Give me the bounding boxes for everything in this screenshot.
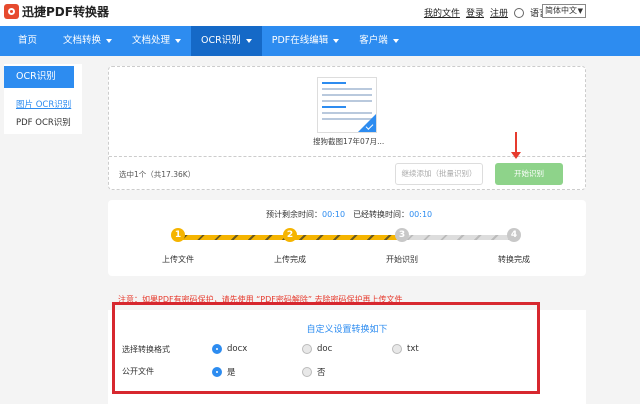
red-arrow-annotation xyxy=(511,132,521,159)
nav-pdf-edit-label: PDF在线编辑 xyxy=(271,35,329,46)
thumb-line xyxy=(322,82,346,84)
thumb-line xyxy=(322,112,372,114)
app-logo[interactable]: 迅捷PDF转换器 xyxy=(4,3,109,20)
elapsed-time: 已经转换时间：00:10 xyxy=(353,209,432,220)
nav-home[interactable]: 首页 xyxy=(0,26,53,56)
chevron-down-icon xyxy=(106,39,113,43)
upload-card: 搜狗截图17年07月... 选中1个（共17.36K） 继续添加（批量识别） 开… xyxy=(108,66,586,190)
thumb-line xyxy=(322,100,372,102)
checkmark-icon xyxy=(358,114,376,132)
nav-doc-process-label: 文档处理 xyxy=(132,35,171,46)
remaining-time: 预计剩余时间：00:10 xyxy=(266,209,345,220)
chevron-down-icon: ▼ xyxy=(577,7,583,15)
add-more-button[interactable]: 继续添加（批量识别） xyxy=(395,163,483,185)
progress-segment-todo xyxy=(404,235,514,240)
selected-count: 选中1个（共17.36K） xyxy=(119,170,196,179)
step-1-icon: 1 xyxy=(171,228,185,242)
nav-client[interactable]: 客户端 xyxy=(349,26,409,56)
file-thumbnail[interactable] xyxy=(317,77,377,133)
thumb-line xyxy=(322,118,372,120)
nav-pdf-edit[interactable]: PDF在线编辑 xyxy=(262,26,350,56)
nav-doc-convert[interactable]: 文档转换 xyxy=(53,26,122,56)
chevron-down-icon xyxy=(333,39,340,43)
step-4-label: 转换完成 xyxy=(498,255,530,264)
elapsed-label: 已经转换时间： xyxy=(353,210,410,219)
language-value: 简体中文 xyxy=(545,6,577,15)
nav-ocr-label: OCR识别 xyxy=(201,35,241,46)
remaining-label: 预计剩余时间： xyxy=(266,210,322,219)
time-row: 预计剩余时间：00:10 已经转换时间：00:10 xyxy=(266,209,432,220)
thumb-line xyxy=(322,88,372,90)
step-2-label: 上传完成 xyxy=(274,255,306,264)
sidebar-item-pdf-ocr[interactable]: PDF OCR识别 xyxy=(4,114,82,132)
top-links: 我的文件 登录 注册 语言 xyxy=(424,6,548,19)
step-1-label: 上传文件 xyxy=(162,255,194,264)
file-name: 搜狗截图17年07月... xyxy=(313,137,385,146)
language-select[interactable]: 简体中文 ▼ xyxy=(542,4,586,18)
step-2-icon: 2 xyxy=(283,228,297,242)
chevron-down-icon xyxy=(245,39,252,43)
chevron-down-icon xyxy=(392,39,399,43)
progress-card: 预计剩余时间：00:10 已经转换时间：00:10 1 2 3 4 上传文件 上… xyxy=(108,200,586,276)
elapsed-value: 00:10 xyxy=(409,210,433,219)
sidebar-item-image-ocr[interactable]: 图片 OCR识别 xyxy=(4,96,82,114)
nav-doc-convert-label: 文档转换 xyxy=(63,35,102,46)
remaining-value: 00:10 xyxy=(322,210,346,219)
login-link[interactable]: 登录 xyxy=(466,6,484,19)
main-nav: 首页 文档转换 文档处理 OCR识别 PDF在线编辑 客户端 xyxy=(0,26,640,56)
highlight-annotation xyxy=(112,302,540,394)
file-dropzone[interactable]: 搜狗截图17年07月... xyxy=(109,67,585,157)
sidebar: OCR识别 图片 OCR识别 PDF OCR识别 xyxy=(4,64,82,134)
step-3-icon: 3 xyxy=(395,228,409,242)
thumb-line xyxy=(322,106,346,108)
globe-icon xyxy=(513,7,524,18)
nav-doc-process[interactable]: 文档处理 xyxy=(122,26,191,56)
chevron-down-icon xyxy=(175,39,182,43)
thumb-line xyxy=(322,94,372,96)
top-bar: 迅捷PDF转换器 我的文件 登录 注册 语言 简体中文 ▼ xyxy=(0,0,640,26)
sidebar-header: OCR识别 xyxy=(4,66,74,88)
register-link[interactable]: 注册 xyxy=(490,6,508,19)
app-title: 迅捷PDF转换器 xyxy=(22,5,109,19)
nav-client-label: 客户端 xyxy=(359,35,388,46)
nav-home-label: 首页 xyxy=(18,35,38,46)
nav-ocr[interactable]: OCR识别 xyxy=(191,26,262,56)
logo-icon xyxy=(4,4,19,19)
my-files-link[interactable]: 我的文件 xyxy=(424,6,460,19)
start-ocr-button[interactable]: 开始识别 xyxy=(495,163,563,185)
step-4-icon: 4 xyxy=(507,228,521,242)
step-3-label: 开始识别 xyxy=(386,255,418,264)
